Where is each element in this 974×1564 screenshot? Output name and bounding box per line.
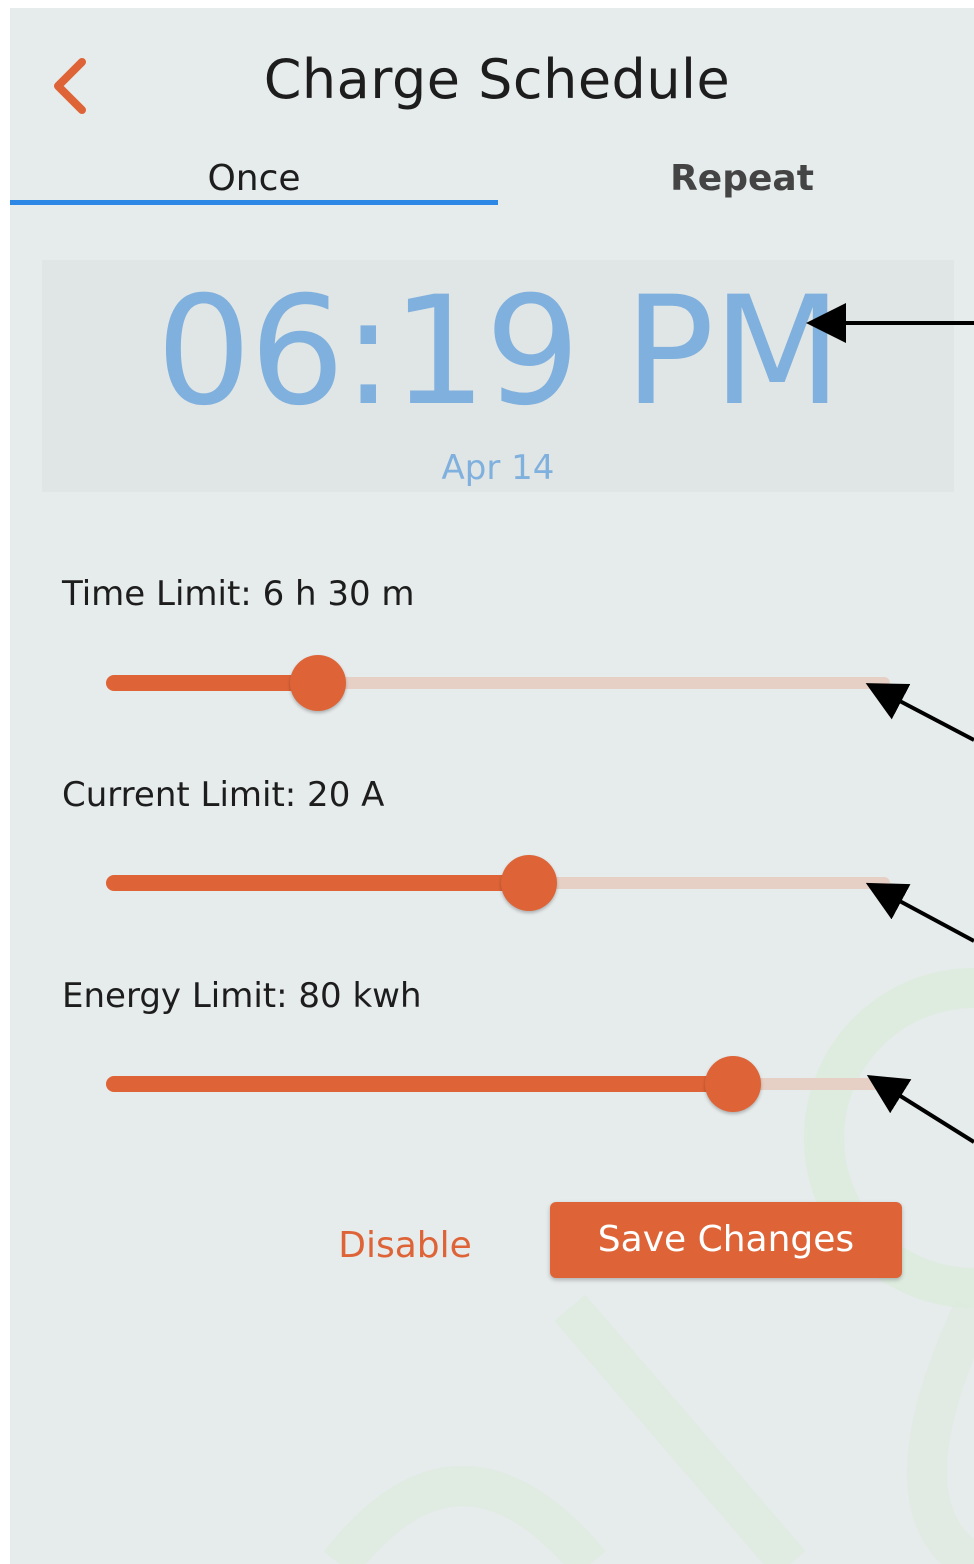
slider-thumb[interactable] (501, 855, 557, 911)
time-limit-slider[interactable] (106, 653, 890, 713)
scheduled-date: Apr 14 (441, 448, 555, 488)
time-picker[interactable]: 06:19 PM Apr 14 (42, 260, 954, 492)
slider-thumb[interactable] (705, 1056, 761, 1112)
energy-limit-slider[interactable] (106, 1054, 890, 1114)
phone-screen: Charge Schedule Once Repeat 06:19 PM Apr… (10, 8, 974, 1564)
page-title: Charge Schedule (263, 48, 731, 111)
current-limit-slider[interactable] (106, 853, 890, 913)
tab-repeat[interactable]: Repeat (498, 158, 974, 208)
disable-button[interactable]: Disable (310, 1216, 500, 1276)
active-tab-indicator (10, 200, 498, 205)
slider-fill (106, 675, 318, 691)
time-limit-label: Time Limit: 6 h 30 m (62, 574, 415, 614)
slider-fill (106, 875, 529, 891)
slider-thumb[interactable] (290, 655, 346, 711)
scheduled-time: 06:19 PM (156, 265, 842, 439)
slider-fill (106, 1076, 733, 1092)
energy-limit-label: Energy Limit: 80 kwh (62, 976, 422, 1016)
current-limit-label: Current Limit: 20 A (62, 775, 385, 815)
save-changes-button[interactable]: Save Changes (550, 1202, 902, 1278)
